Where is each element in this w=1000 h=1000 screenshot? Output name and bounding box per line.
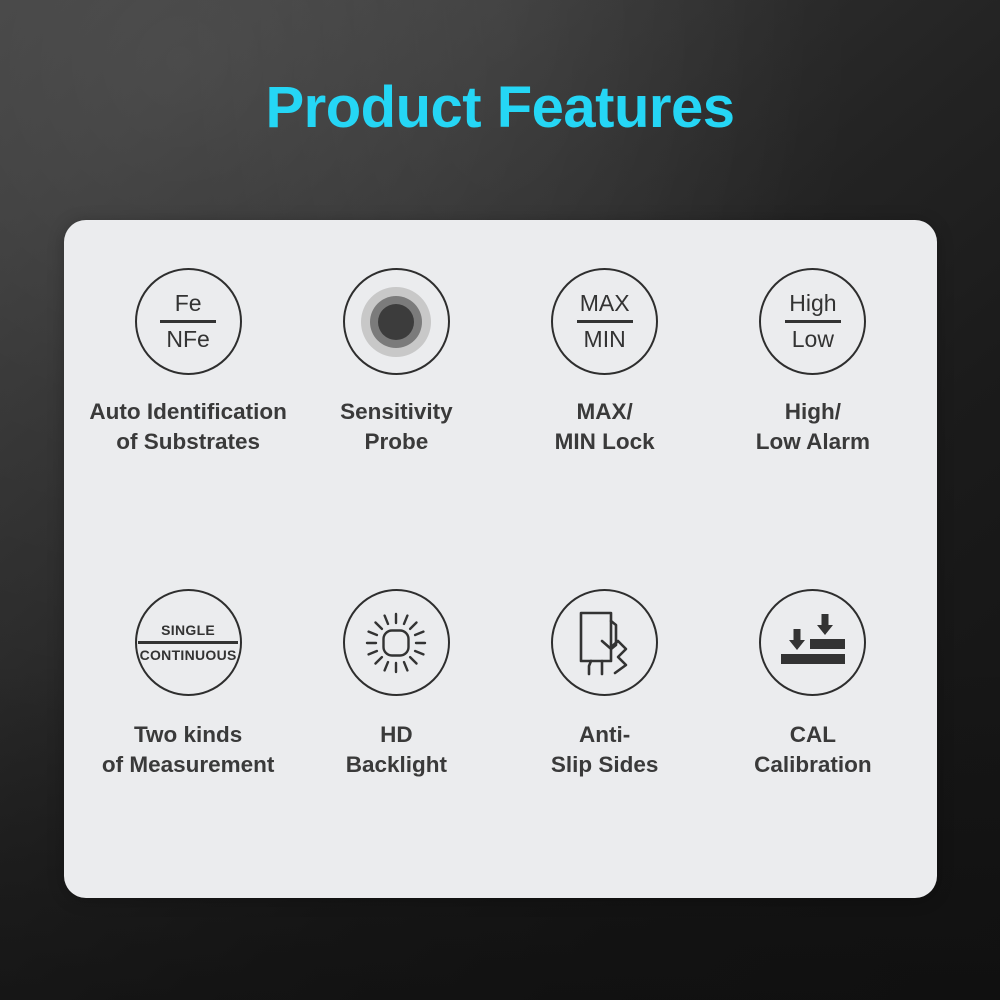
feature-sensitivity-probe[interactable]: Sensitivity Probe	[292, 254, 500, 561]
probe-mid-ring	[370, 295, 423, 348]
sun-brightness-icon	[342, 589, 450, 696]
feature-cal-calibration[interactable]: CAL Calibration	[709, 561, 917, 868]
hand-grip-device-glyph	[579, 611, 627, 675]
feature-max-min-lock[interactable]: MAX MIN MAX/ MIN Lock	[501, 254, 709, 561]
fe-nfe-icon-top-text: Fe	[174, 290, 202, 317]
feature-label: Two kinds of Measurement	[101, 722, 275, 777]
feature-hd-backlight[interactable]: HD Backlight	[292, 561, 500, 868]
feature-label: MAX/ MIN Lock	[554, 399, 655, 454]
feature-label: HD Backlight	[345, 722, 448, 777]
high-low-icon: High Low	[759, 268, 867, 375]
fe-nfe-icon-bottom-text: NFe	[166, 325, 210, 352]
page-title: Product Features	[265, 75, 736, 140]
feature-label: High/ Low Alarm	[755, 399, 870, 454]
single-continuous-icon-bottom-text: CONTINUOUS	[139, 646, 237, 663]
calibration-arrows-icon	[759, 589, 867, 696]
feature-high-low-alarm[interactable]: High Low High/ Low Alarm	[709, 254, 917, 561]
probe-core	[378, 303, 415, 340]
max-min-icon-top-text: MAX	[579, 290, 630, 317]
high-low-icon-bottom-text: Low	[791, 325, 834, 352]
probe-outer-ring	[361, 286, 432, 357]
probe-target-icon	[342, 268, 450, 375]
hand-grip-device-icon	[551, 589, 659, 696]
feature-two-kinds-measurement[interactable]: SINGLE CONTINUOUS Two kinds of Measureme…	[84, 561, 292, 868]
feature-auto-identification[interactable]: Fe NFe Auto Identification of Substrates	[84, 254, 292, 561]
single-continuous-icon-top-text: SINGLE	[161, 622, 216, 639]
high-low-icon-top-text: High	[789, 290, 837, 317]
fe-nfe-icon: Fe NFe	[134, 268, 242, 375]
max-min-icon-bottom-text: MIN	[583, 325, 626, 352]
feature-label: Sensitivity Probe	[340, 399, 453, 454]
sun-brightness-glyph	[366, 612, 427, 673]
calibration-arrows-glyph	[780, 613, 845, 664]
feature-label: Anti- Slip Sides	[550, 722, 659, 777]
poster-background: Product Features Fe NFe Auto Identificat…	[0, 0, 1000, 1000]
max-min-icon: MAX MIN	[551, 268, 659, 375]
feature-anti-slip-sides[interactable]: Anti- Slip Sides	[501, 561, 709, 868]
feature-label: CAL Calibration	[754, 722, 872, 777]
features-grid: Fe NFe Auto Identification of Substrates	[64, 220, 937, 898]
feature-label: Auto Identification of Substrates	[89, 399, 287, 454]
single-continuous-icon: SINGLE CONTINUOUS	[134, 589, 242, 696]
features-card: Fe NFe Auto Identification of Substrates	[64, 220, 937, 898]
